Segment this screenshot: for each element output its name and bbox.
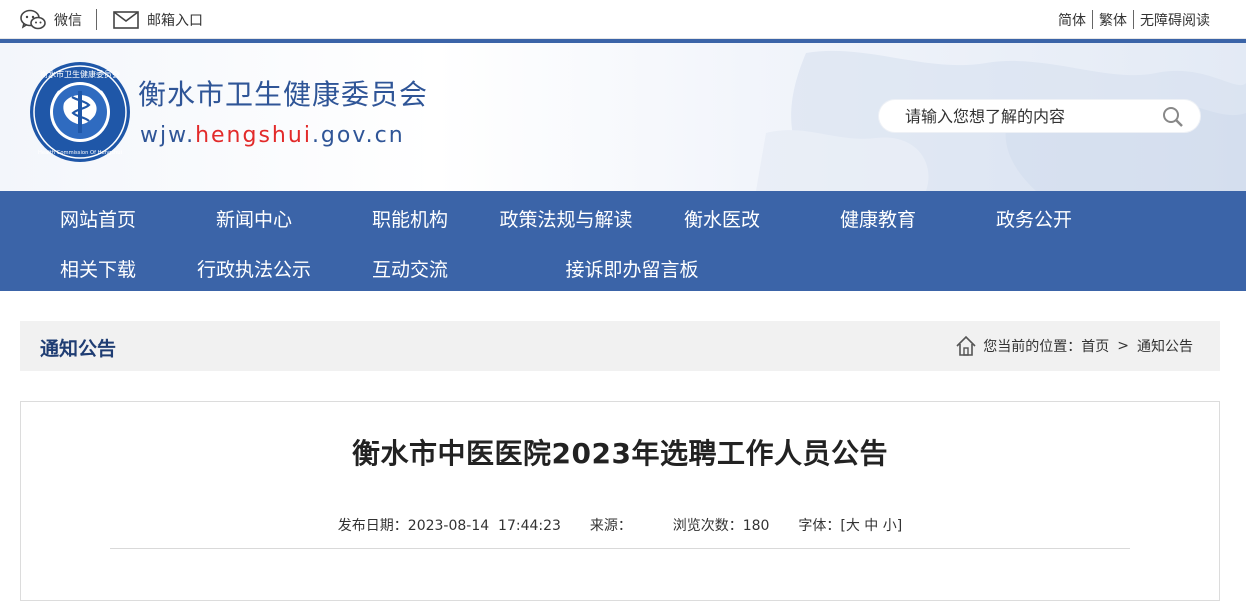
nav-item-interaction[interactable]: 互动交流 [372,255,448,282]
nav-item-home[interactable]: 网站首页 [60,205,136,232]
url-suffix: .gov.cn [311,123,405,148]
publish-date: 2023-08-14 17:44:23 [407,518,561,534]
article-panel: 衡水市中医医院2023年选聘工作人员公告 发布日期：2023-08-14 17:… [20,401,1220,601]
breadcrumb: 您当前的位置： 首页 > 通知公告 [955,321,1193,371]
site-title: 衡水市卫生健康委员会 [138,78,429,111]
views-label: 浏览次数： [672,518,743,534]
accessibility-link[interactable]: 无障碍阅读 [1134,10,1210,30]
font-size-label: 字体： [798,518,841,534]
nav-item-enforcement[interactable]: 行政执法公示 [197,255,311,282]
article-title: 衡水市中医医院2023年选聘工作人员公告 [352,437,888,470]
breadcrumb-separator: > [1117,338,1129,354]
breadcrumb-current-link[interactable]: 通知公告 [1137,336,1193,356]
nav-item-departments[interactable]: 职能机构 [372,205,448,232]
url-prefix: wjw. [140,123,196,148]
site-header: 衡水市卫生健康委员会 Health Commission Of Hengshui… [0,43,1246,191]
divider [96,9,97,30]
mail-label: 邮箱入口 [147,12,203,29]
wechat-icon [20,9,46,31]
section-title: 通知公告 [40,338,117,360]
article-meta: 发布日期：2023-08-14 17:44:23 来源： 浏览次数：180 字体… [21,515,1219,535]
breadcrumb-bar: 通知公告 您当前的位置： 首页 > 通知公告 [20,321,1220,371]
home-icon [955,335,977,357]
top-bar: 微信 邮箱入口 简体 繁体 无障碍阅读 [0,0,1246,39]
simplified-link[interactable]: 简体 [1052,10,1092,30]
font-size-medium-button[interactable]: 中 [864,515,878,535]
logo-en-text: Health Commission Of Hengshui [38,150,122,156]
traditional-link[interactable]: 繁体 [1093,10,1133,30]
nav-item-medical-reform[interactable]: 衡水医改 [684,205,760,232]
main-nav: 网站首页 新闻中心 职能机构 政策法规与解读 衡水医改 健康教育 政务公开 相关… [0,191,1246,291]
site-url: wjw.hengshui.gov.cn [140,123,405,148]
wechat-label: 微信 [54,12,82,29]
publish-date-label: 发布日期： [337,518,408,534]
search-box [879,100,1200,132]
article-divider [110,548,1130,549]
search-icon[interactable] [1162,106,1184,128]
url-highlight: hengshui [195,123,312,148]
top-right-links: 简体 繁体 无障碍阅读 [1052,0,1210,39]
mail-link[interactable]: 邮箱入口 [113,0,203,39]
nav-item-message-board[interactable]: 接诉即办留言板 [565,255,698,282]
views-count: 180 [742,518,770,534]
nav-item-health-education[interactable]: 健康教育 [840,205,916,232]
font-bracket-close: ] [896,518,903,534]
font-size-large-button[interactable]: 大 [846,515,860,535]
wechat-link[interactable]: 微信 [20,0,82,39]
nav-item-news[interactable]: 新闻中心 [216,205,292,232]
nav-item-gov-affairs[interactable]: 政务公开 [996,205,1072,232]
search-input[interactable] [905,100,1155,132]
source-label: 来源： [589,518,632,534]
logo-cn-text: 衡水市卫生健康委员会 [40,69,120,79]
font-size-small-button[interactable]: 小 [883,515,897,535]
nav-item-downloads[interactable]: 相关下载 [60,255,136,282]
logo-emblem: 衡水市卫生健康委员会 Health Commission Of Hengshui [30,62,130,162]
mail-icon [113,10,139,29]
breadcrumb-home-link[interactable]: 首页 [1081,336,1109,356]
location-label: 您当前的位置： [983,339,1082,355]
nav-item-policies[interactable]: 政策法规与解读 [499,205,632,232]
